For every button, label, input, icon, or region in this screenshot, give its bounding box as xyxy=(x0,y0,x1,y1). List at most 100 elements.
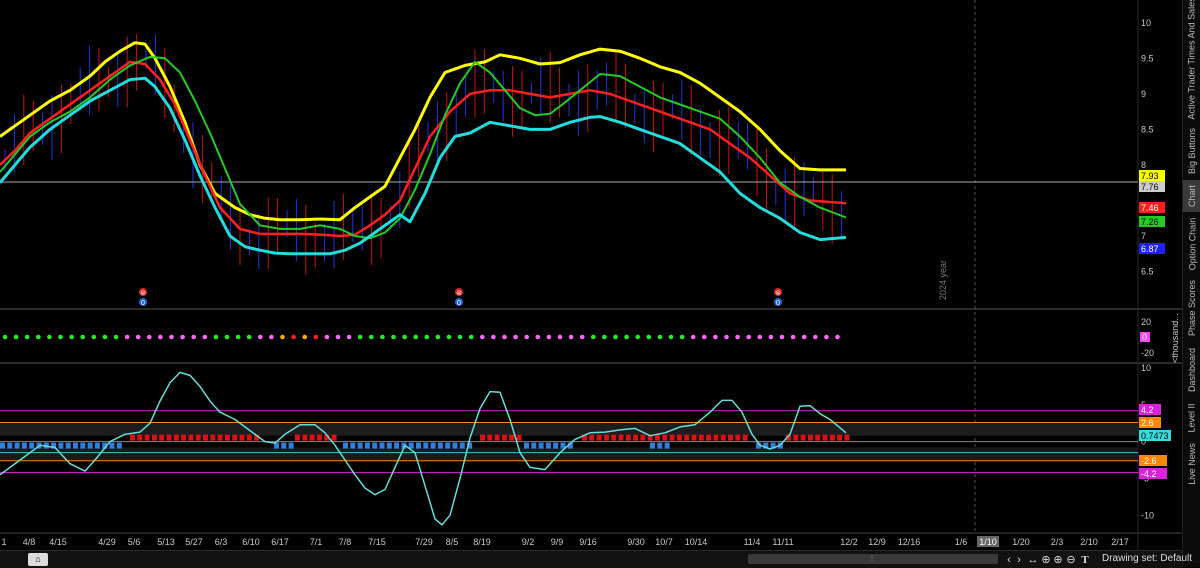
side-tab-times-and-sales[interactable]: Times And Sales xyxy=(1183,0,1200,65)
histogram-bar-red xyxy=(487,434,493,441)
phase-dot xyxy=(369,334,374,340)
histogram-bar-blue xyxy=(553,442,559,449)
side-tab-bar: Times And Sales Active Trader Big Buttons C… xyxy=(1182,0,1200,567)
side-tab-big-buttons[interactable]: Big Buttons xyxy=(1183,124,1200,178)
price-y-tick-label: 9 xyxy=(1141,89,1146,99)
osc-current-label: 0.7473 xyxy=(1141,431,1169,441)
phase-dot xyxy=(346,334,352,340)
pan-icon[interactable]: ⊕ xyxy=(1040,552,1052,567)
phase-dot xyxy=(24,334,30,340)
event-marker-top-glyph: ⊜ xyxy=(140,290,146,297)
drawing-set-label[interactable]: Drawing set: Default xyxy=(1102,553,1192,564)
side-tab-level-ii[interactable]: Level II xyxy=(1183,398,1200,438)
phase-dot xyxy=(757,334,763,340)
histogram-bar-blue xyxy=(459,442,465,449)
price-y-tick-label: 10 xyxy=(1141,18,1151,28)
histogram-bar-blue xyxy=(372,442,378,449)
scroll-thumb[interactable]: ⁞ xyxy=(868,555,876,563)
histogram-bar-red xyxy=(691,434,697,441)
price-value-label: 7.93 xyxy=(1141,171,1159,181)
price-y-tick-label: 7 xyxy=(1141,231,1146,241)
phase-dot xyxy=(835,334,840,340)
histogram-bar-red xyxy=(210,434,216,441)
histogram-bar-blue xyxy=(109,442,115,449)
x-tick-label: 5/27 xyxy=(185,537,203,547)
phase-dot xyxy=(380,334,385,340)
expand-horizontal-icon[interactable]: ↔ xyxy=(1026,552,1040,567)
side-tab-live-news[interactable]: Live News xyxy=(1183,440,1200,488)
phase-dot xyxy=(557,334,563,340)
phase-dot xyxy=(402,334,407,340)
histogram-bar-blue xyxy=(14,442,20,449)
histogram-bar-blue xyxy=(7,442,13,449)
phase-dot xyxy=(280,334,285,340)
x-tick-label: 1/20 xyxy=(1012,537,1030,547)
phase-dot xyxy=(824,334,829,340)
histogram-bar-blue xyxy=(650,442,655,449)
histogram-bar-red xyxy=(159,434,165,441)
histogram-bar-red xyxy=(800,434,806,441)
x-tick-label: 11/11 xyxy=(772,537,793,547)
histogram-bar-red xyxy=(662,434,668,441)
histogram-bar-red xyxy=(625,434,631,441)
histogram-bar-blue xyxy=(437,442,443,449)
phase-dot xyxy=(524,334,529,340)
phase-dot xyxy=(735,334,740,340)
zoom-out-icon[interactable]: ⊖ xyxy=(1065,552,1077,567)
histogram-bar-red xyxy=(807,434,813,441)
phase-dot xyxy=(58,334,63,340)
side-tab-label: Dashboard xyxy=(1187,347,1197,392)
phase-dot xyxy=(69,334,74,340)
x-tick-label: 4/8 xyxy=(23,537,36,547)
osc-y-tick-label: -10 xyxy=(1141,510,1154,520)
scroll-right-icon[interactable]: › xyxy=(1014,552,1024,567)
side-tab-active-trader[interactable]: Active Trader xyxy=(1183,64,1200,122)
osc-y-tick-label: 10 xyxy=(1141,363,1151,373)
price-value-label: 7.26 xyxy=(1141,217,1159,227)
histogram-bar-red xyxy=(166,434,172,441)
side-tab-chart[interactable]: Chart xyxy=(1183,180,1200,212)
x-tick-label-highlighted: 1/10 xyxy=(979,537,997,547)
phase-dot xyxy=(291,334,296,340)
x-tick-label: 6/3 xyxy=(215,537,228,547)
phase-dot xyxy=(302,334,308,340)
phase-dot xyxy=(602,334,607,340)
phase-dot xyxy=(690,334,696,340)
phase-dot xyxy=(169,334,174,340)
histogram-bar-blue xyxy=(379,442,385,449)
home-icon[interactable]: ⌂ xyxy=(28,553,48,566)
x-tick-label: 4/15 xyxy=(49,537,67,547)
phase-dot xyxy=(158,334,163,340)
side-tab-dashboard[interactable]: Dashboard xyxy=(1183,343,1200,396)
histogram-bar-red xyxy=(203,434,208,441)
histogram-bar-red xyxy=(844,434,850,441)
histogram-bar-red xyxy=(655,434,660,441)
price-value-label: 6.87 xyxy=(1141,244,1159,254)
histogram-bar-red xyxy=(735,434,741,441)
x-tick-label: 12/2 xyxy=(840,537,858,547)
side-tab-label: Live News xyxy=(1187,443,1198,485)
histogram-bar-blue xyxy=(664,442,670,449)
time-scrollbar[interactable]: ⁞ xyxy=(748,554,998,564)
histogram-bar-red xyxy=(501,434,507,441)
phase-dot xyxy=(135,334,141,340)
side-tab-option-chain[interactable]: Option Chain xyxy=(1183,214,1200,274)
phase-dot xyxy=(790,334,796,340)
chart-canvas[interactable]: 2024 year109.598.5876.5⊜0⊜0⊜07.937.767.4… xyxy=(0,0,1182,550)
phase-dot xyxy=(235,334,241,340)
x-tick-label: 9/2 xyxy=(522,537,535,547)
x-tick-label: 10/7 xyxy=(655,537,673,547)
event-marker-top-glyph: ⊜ xyxy=(775,290,781,297)
side-tab-label: Times And Sales xyxy=(1187,0,1198,65)
phase-dot xyxy=(91,334,97,340)
zoom-in-icon[interactable]: ⊕ xyxy=(1052,552,1064,567)
histogram-bar-red xyxy=(742,434,748,441)
price-y-tick-label: 8.5 xyxy=(1141,124,1154,134)
text-tool-icon[interactable]: T xyxy=(1078,552,1092,567)
phase-dot xyxy=(269,334,274,340)
histogram-bar-red xyxy=(217,434,223,441)
scroll-left-icon[interactable]: ‹ xyxy=(1004,552,1014,567)
phase-dot xyxy=(513,334,518,340)
histogram-bar-blue xyxy=(657,442,663,449)
side-tab-phase-scores[interactable]: Phase Scores xyxy=(1183,276,1200,340)
